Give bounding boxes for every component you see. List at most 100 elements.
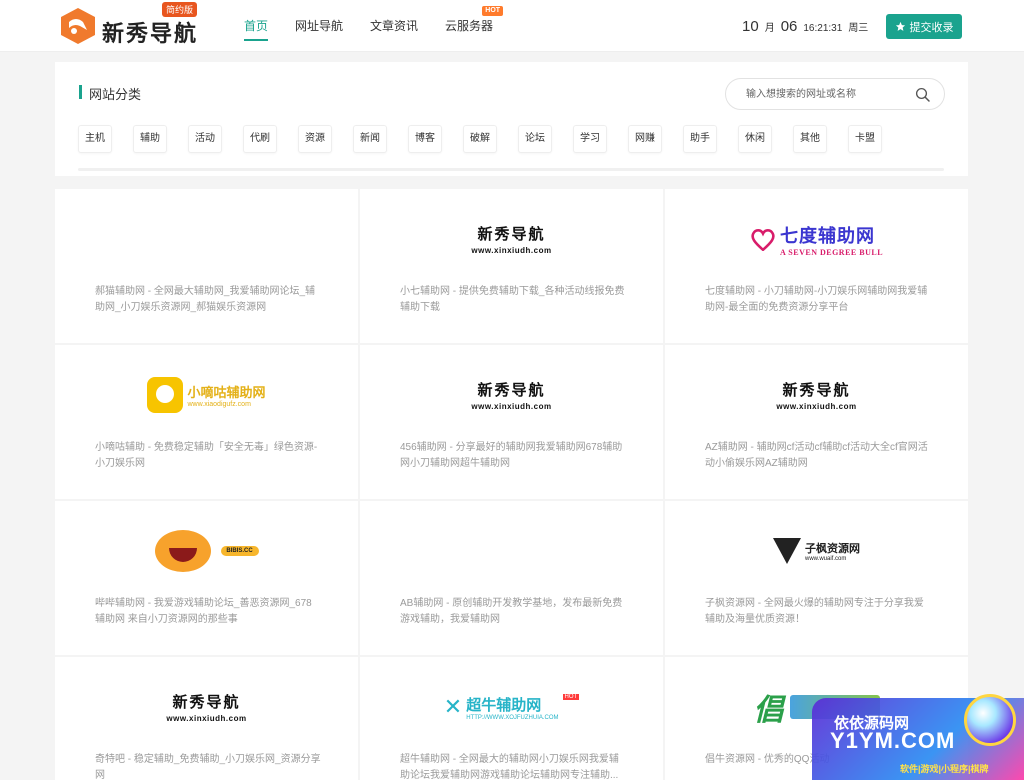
category-panel: 网站分类 主机 辅助 活动 代刷 资源 新闻 博客 破解 论坛 学习 网赚 助手… — [55, 62, 968, 176]
site-logo: 小嘀咕辅助网 www.xiaodigufz.com — [55, 367, 358, 423]
site-description: 奇特吧 - 稳定辅助_免费辅助_小刀娱乐网_资源分享网 — [95, 754, 321, 780]
site-description: AZ辅助网 - 辅助网cf活动cf辅助cf活动大全cf官网活动小偷娱乐网AZ辅助… — [705, 442, 928, 469]
category-tag[interactable]: 博客 — [408, 125, 442, 153]
category-tag[interactable]: 网赚 — [628, 125, 662, 153]
category-tag[interactable]: 其他 — [793, 125, 827, 153]
site-card[interactable]: BIBIS.CC 哔哔辅助网 - 我爱游戏辅助论坛_善恶资源网_678辅助网 来… — [55, 501, 358, 655]
watermark-subtitle: 软件|游戏|小程序|棋牌 — [900, 764, 989, 774]
site-logo: 新秀导航 www.xinxiudh.com — [360, 211, 663, 267]
brand-name: 新秀导航 — [172, 694, 241, 711]
category-tag[interactable]: 助手 — [683, 125, 717, 153]
nav-item-articles[interactable]: 文章资讯 — [370, 0, 418, 52]
site-description: 小嘀咕辅助 - 免费稳定辅助「安全无毒」绿色资源-小刀娱乐网 — [95, 442, 318, 469]
panel-divider — [78, 168, 944, 171]
category-title: 网站分类 — [79, 84, 141, 103]
site-card[interactable]: 新秀导航 www.xinxiudh.com 奇特吧 - 稳定辅助_免费辅助_小刀娱… — [55, 657, 358, 780]
site-card[interactable]: 新秀导航 www.xinxiudh.com 456辅助网 - 分享最好的辅助网我爱… — [360, 345, 663, 499]
brand-tag: BIBIS.CC — [220, 546, 259, 556]
site-description: 哔哔辅助网 - 我爱游戏辅助论坛_善恶资源网_678辅助网 来自小刀资源网的那些… — [95, 598, 312, 625]
site-card[interactable]: 郝猫辅助网 - 全网最大辅助网_我爱辅助网论坛_辅助网_小刀娱乐资源网_郝猫娱乐… — [55, 189, 358, 343]
site-logo[interactable]: 新秀导航 简约版 — [58, 2, 199, 48]
x-logo-icon: ✕ — [443, 694, 463, 719]
logo-mark-icon — [61, 8, 95, 44]
brand-url: www.wuaif.com — [805, 556, 847, 562]
site-description: 超牛辅助网 - 全网最大的辅助网小刀娱乐网我爱辅助论坛我爱辅助网游戏辅助论坛辅助… — [400, 754, 619, 780]
site-card[interactable]: 七度辅助网 A SEVEN DEGREE BULL 七度辅助网 - 小刀辅助网-小… — [665, 189, 968, 343]
brand-tagline: A SEVEN DEGREE BULL — [779, 247, 884, 257]
site-logo: 子枫资源网 www.wuaif.com — [665, 523, 968, 579]
site-logo-blank — [360, 523, 663, 579]
brand-url: www.xiaodigufz.com — [187, 401, 251, 408]
brand-icon — [147, 377, 184, 413]
brand-url: www.xinxiudh.com — [166, 714, 247, 723]
category-tag[interactable]: 破解 — [463, 125, 497, 153]
brand-name: 超牛辅助网 — [466, 696, 542, 714]
triangle-logo-icon — [773, 538, 801, 564]
site-description: 子枫资源网 - 全网最火爆的辅助网专注于分享我爱辅助及海量优质资源！ — [705, 598, 924, 625]
search-input[interactable] — [746, 86, 906, 103]
heart-icon — [751, 229, 775, 251]
clock-month: 10 — [742, 18, 759, 35]
hot-badge: HOT — [482, 6, 504, 16]
clock-time: 16:21:31 — [803, 23, 843, 34]
site-card[interactable]: ✕ 超牛辅助网 HTTP://WWW.XOJFUZHUIA.COM HOT 超牛辅… — [360, 657, 663, 780]
watermark-domain: Y1YM.COM — [830, 728, 956, 753]
site-logo-blank — [55, 211, 358, 267]
site-card[interactable]: 新秀导航 www.xinxiudh.com 小七辅助网 - 提供免费辅助下载_各种… — [360, 189, 663, 343]
clock-month-unit: 月 — [764, 23, 775, 34]
date-clock: 10 月 06 16:21:31 周三 — [742, 18, 868, 35]
site-logo: BIBIS.CC — [55, 523, 358, 579]
nav-item-label: 云服务器 — [445, 19, 494, 33]
orb-icon — [964, 694, 1016, 746]
nav-item-label: 网址导航 — [295, 19, 344, 33]
brand-name: 新秀导航 — [477, 382, 546, 399]
brand-name: 新秀导航 — [477, 226, 546, 243]
hot-badge: HOT — [562, 693, 580, 700]
category-tag[interactable]: 休闲 — [738, 125, 772, 153]
logo-text: 新秀导航 — [102, 21, 199, 47]
laughing-face-icon — [154, 530, 211, 572]
submit-site-button[interactable]: 提交收录 — [886, 14, 962, 39]
site-search — [725, 78, 945, 110]
top-header: 新秀导航 简约版 首页 网址导航 文章资讯 云服务器 HOT 10 月 06 1… — [0, 0, 1024, 52]
nav-item-url-nav[interactable]: 网址导航 — [295, 0, 343, 52]
brand-name: 小嘀咕辅助网 — [187, 385, 266, 400]
category-tag[interactable]: 辅助 — [133, 125, 167, 153]
clock-weekday: 周三 — [848, 23, 869, 34]
category-tag[interactable]: 主机 — [78, 125, 112, 153]
site-card[interactable]: AB辅助网 - 原创辅助开发教学基地，发布最新免费游戏辅助，我爱辅助网 — [360, 501, 663, 655]
category-tag[interactable]: 论坛 — [518, 125, 552, 153]
category-tag[interactable]: 卡盟 — [848, 125, 882, 153]
brand-url: www.xinxiudh.com — [471, 402, 552, 411]
site-description: 456辅助网 - 分享最好的辅助网我爱辅助网678辅助网小刀辅助网超牛辅助网 — [400, 442, 623, 469]
brand-url: HTTP://WWW.XOJFUZHUIA.COM — [466, 714, 559, 721]
nav-item-label: 首页 — [244, 19, 269, 33]
clock-day: 06 — [780, 18, 798, 35]
nav-item-cloud-server[interactable]: 云服务器 HOT — [445, 0, 504, 52]
site-logo: 七度辅助网 A SEVEN DEGREE BULL — [665, 211, 968, 267]
category-tags: 主机 辅助 活动 代刷 资源 新闻 博客 破解 论坛 学习 网赚 助手 休闲 其… — [78, 125, 882, 153]
submit-site-label: 提交收录 — [909, 21, 954, 34]
site-description: 郝猫辅助网 - 全网最大辅助网_我爱辅助网论坛_辅助网_小刀娱乐资源网_郝猫娱乐… — [95, 286, 316, 313]
site-logo: 新秀导航 www.xinxiudh.com — [665, 367, 968, 423]
star-icon — [895, 21, 905, 31]
nav-item-home[interactable]: 首页 — [244, 0, 269, 52]
site-logo: 新秀导航 www.xinxiudh.com — [55, 679, 358, 735]
brand-name: 子枫资源网 — [805, 543, 860, 555]
nav-item-label: 文章资讯 — [370, 19, 419, 33]
category-tag[interactable]: 代刷 — [243, 125, 277, 153]
site-description: 小七辅助网 - 提供免费辅助下载_各种活动线报免费辅助下载 — [400, 286, 625, 313]
brand-mark-icon: 倡 — [753, 694, 784, 727]
site-logo: 新秀导航 www.xinxiudh.com — [360, 367, 663, 423]
search-icon[interactable] — [914, 86, 932, 104]
category-tag[interactable]: 学习 — [573, 125, 607, 153]
brand-name: 新秀导航 — [782, 382, 851, 399]
main-nav: 首页 网址导航 文章资讯 云服务器 HOT — [244, 0, 520, 52]
site-card[interactable]: 小嘀咕辅助网 www.xiaodigufz.com 小嘀咕辅助 - 免费稳定辅助「… — [55, 345, 358, 499]
category-tag[interactable]: 新闻 — [353, 125, 387, 153]
category-tag[interactable]: 资源 — [298, 125, 332, 153]
site-card[interactable]: 新秀导航 www.xinxiudh.com AZ辅助网 - 辅助网cf活动cf辅助… — [665, 345, 968, 499]
category-tag[interactable]: 活动 — [188, 125, 222, 153]
site-description: AB辅助网 - 原创辅助开发教学基地，发布最新免费游戏辅助，我爱辅助网 — [400, 598, 623, 625]
site-card[interactable]: 子枫资源网 www.wuaif.com 子枫资源网 - 全网最火爆的辅助网专注于分… — [665, 501, 968, 655]
